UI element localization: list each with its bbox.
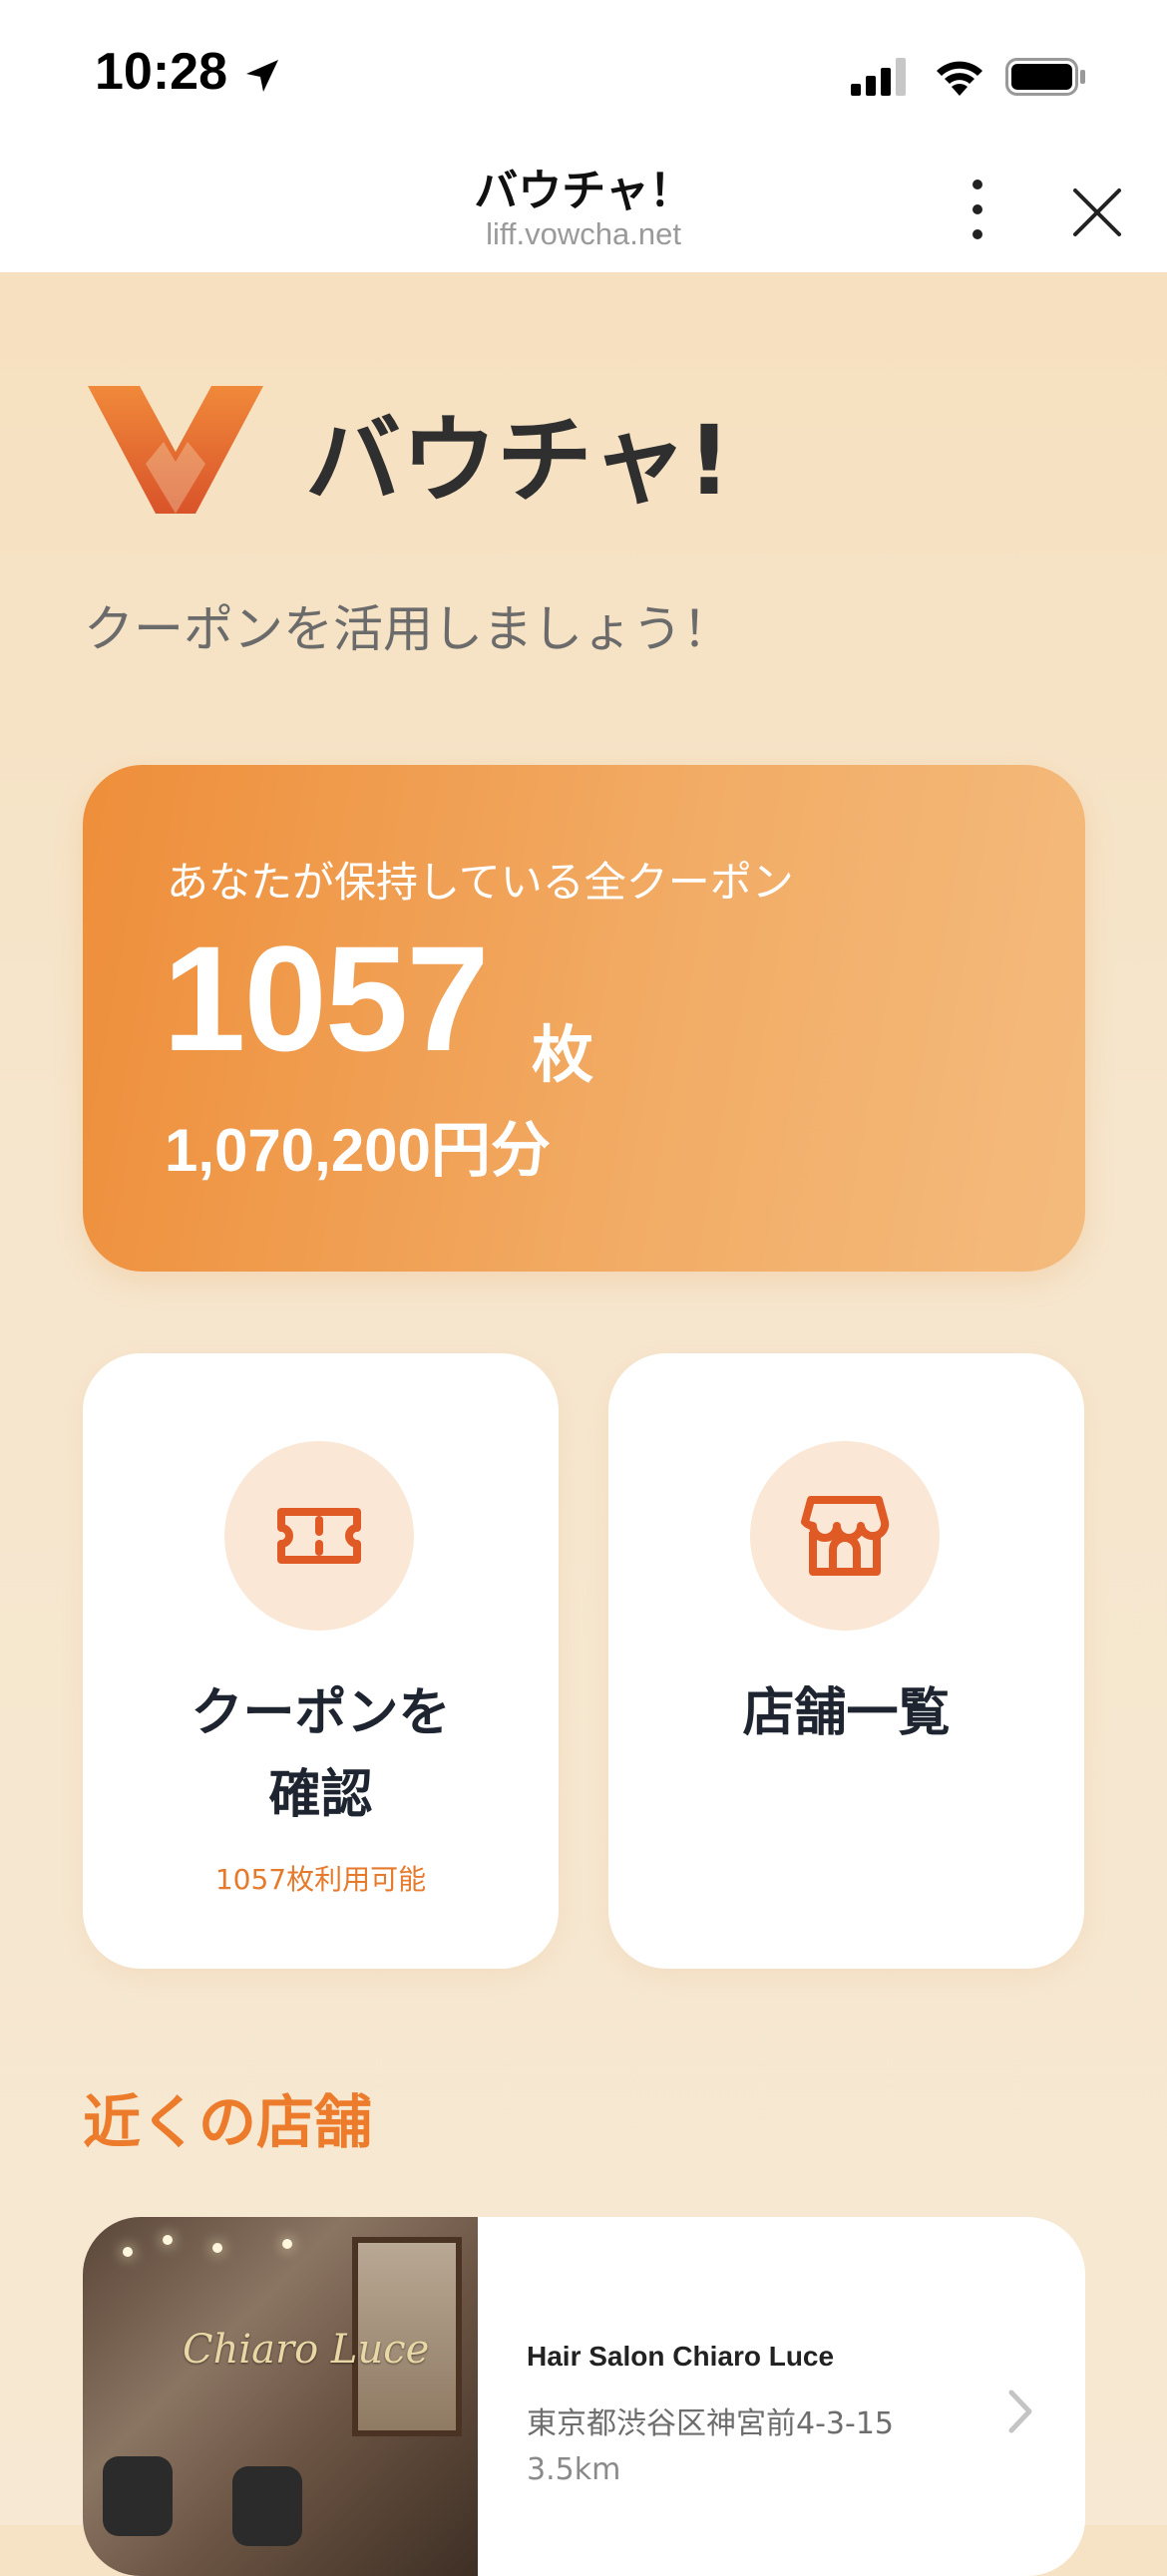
location-arrow-icon xyxy=(246,60,278,92)
ticket-icon xyxy=(277,1508,361,1564)
subtitle: クーポンを活用しましょう！ xyxy=(84,600,732,658)
close-icon[interactable] xyxy=(1067,183,1127,242)
store-address: 東京都渋谷区神宮前4-3-15 xyxy=(527,2406,894,2441)
store-name: Hair Salon Chiaro Luce xyxy=(527,2341,835,2372)
available-coupons-count: 1057枚利用可能 xyxy=(214,1863,427,1896)
more-options-icon[interactable] xyxy=(958,175,997,244)
coupon-unit: 枚 xyxy=(532,1018,594,1091)
page-content: バウチャ! クーポンを活用しましょう！ あなたが保持している全クーポン 1057… xyxy=(0,272,1167,2576)
cellular-signal-icon xyxy=(851,58,906,96)
tile-title-line1: クーポンを xyxy=(191,1683,451,1743)
store-icon-circle xyxy=(750,1441,940,1631)
coupon-total-value: 1,070,200円分 xyxy=(165,1117,551,1184)
wifi-icon xyxy=(937,61,982,96)
chevron-right-icon xyxy=(1008,2390,1032,2433)
logo-text: バウチャ! xyxy=(305,405,731,517)
nearby-stores-heading: 近くの店舗 xyxy=(83,2088,373,2156)
browser-header: バウチャ！ liff.vowcha.net xyxy=(0,135,1167,272)
tile-title-line2: 確認 xyxy=(268,1765,373,1825)
store-card[interactable]: Chiaro Luce Hair Salon Chiaro Luce 東京都渋谷… xyxy=(83,2217,1085,2576)
tile-title: 店舗一覧 xyxy=(742,1683,951,1743)
check-coupons-button[interactable]: クーポンを 確認 1057枚利用可能 xyxy=(83,1353,559,1969)
summary-label: あなたが保持している全クーポン xyxy=(167,858,794,907)
status-time: 10:28 xyxy=(95,43,227,101)
battery-icon xyxy=(1005,58,1085,96)
store-icon xyxy=(801,1496,890,1576)
tile-title: クーポンを 確認 xyxy=(83,1672,559,1836)
store-list-button[interactable]: 店舗一覧 xyxy=(608,1353,1084,1969)
coupon-summary-card[interactable]: あなたが保持している全クーポン 1057 枚 1,070,200円分 xyxy=(83,765,1085,1272)
coupon-count: 1057 xyxy=(163,915,490,1082)
vowcha-logo: バウチャ! xyxy=(88,386,731,517)
ticket-icon-circle xyxy=(224,1441,414,1631)
status-bar: 10:28 xyxy=(0,0,1167,135)
store-distance: 3.5km xyxy=(527,2452,621,2487)
store-photo: Chiaro Luce xyxy=(83,2217,478,2576)
store-photo-logo-text: Chiaro Luce xyxy=(183,2327,430,2373)
